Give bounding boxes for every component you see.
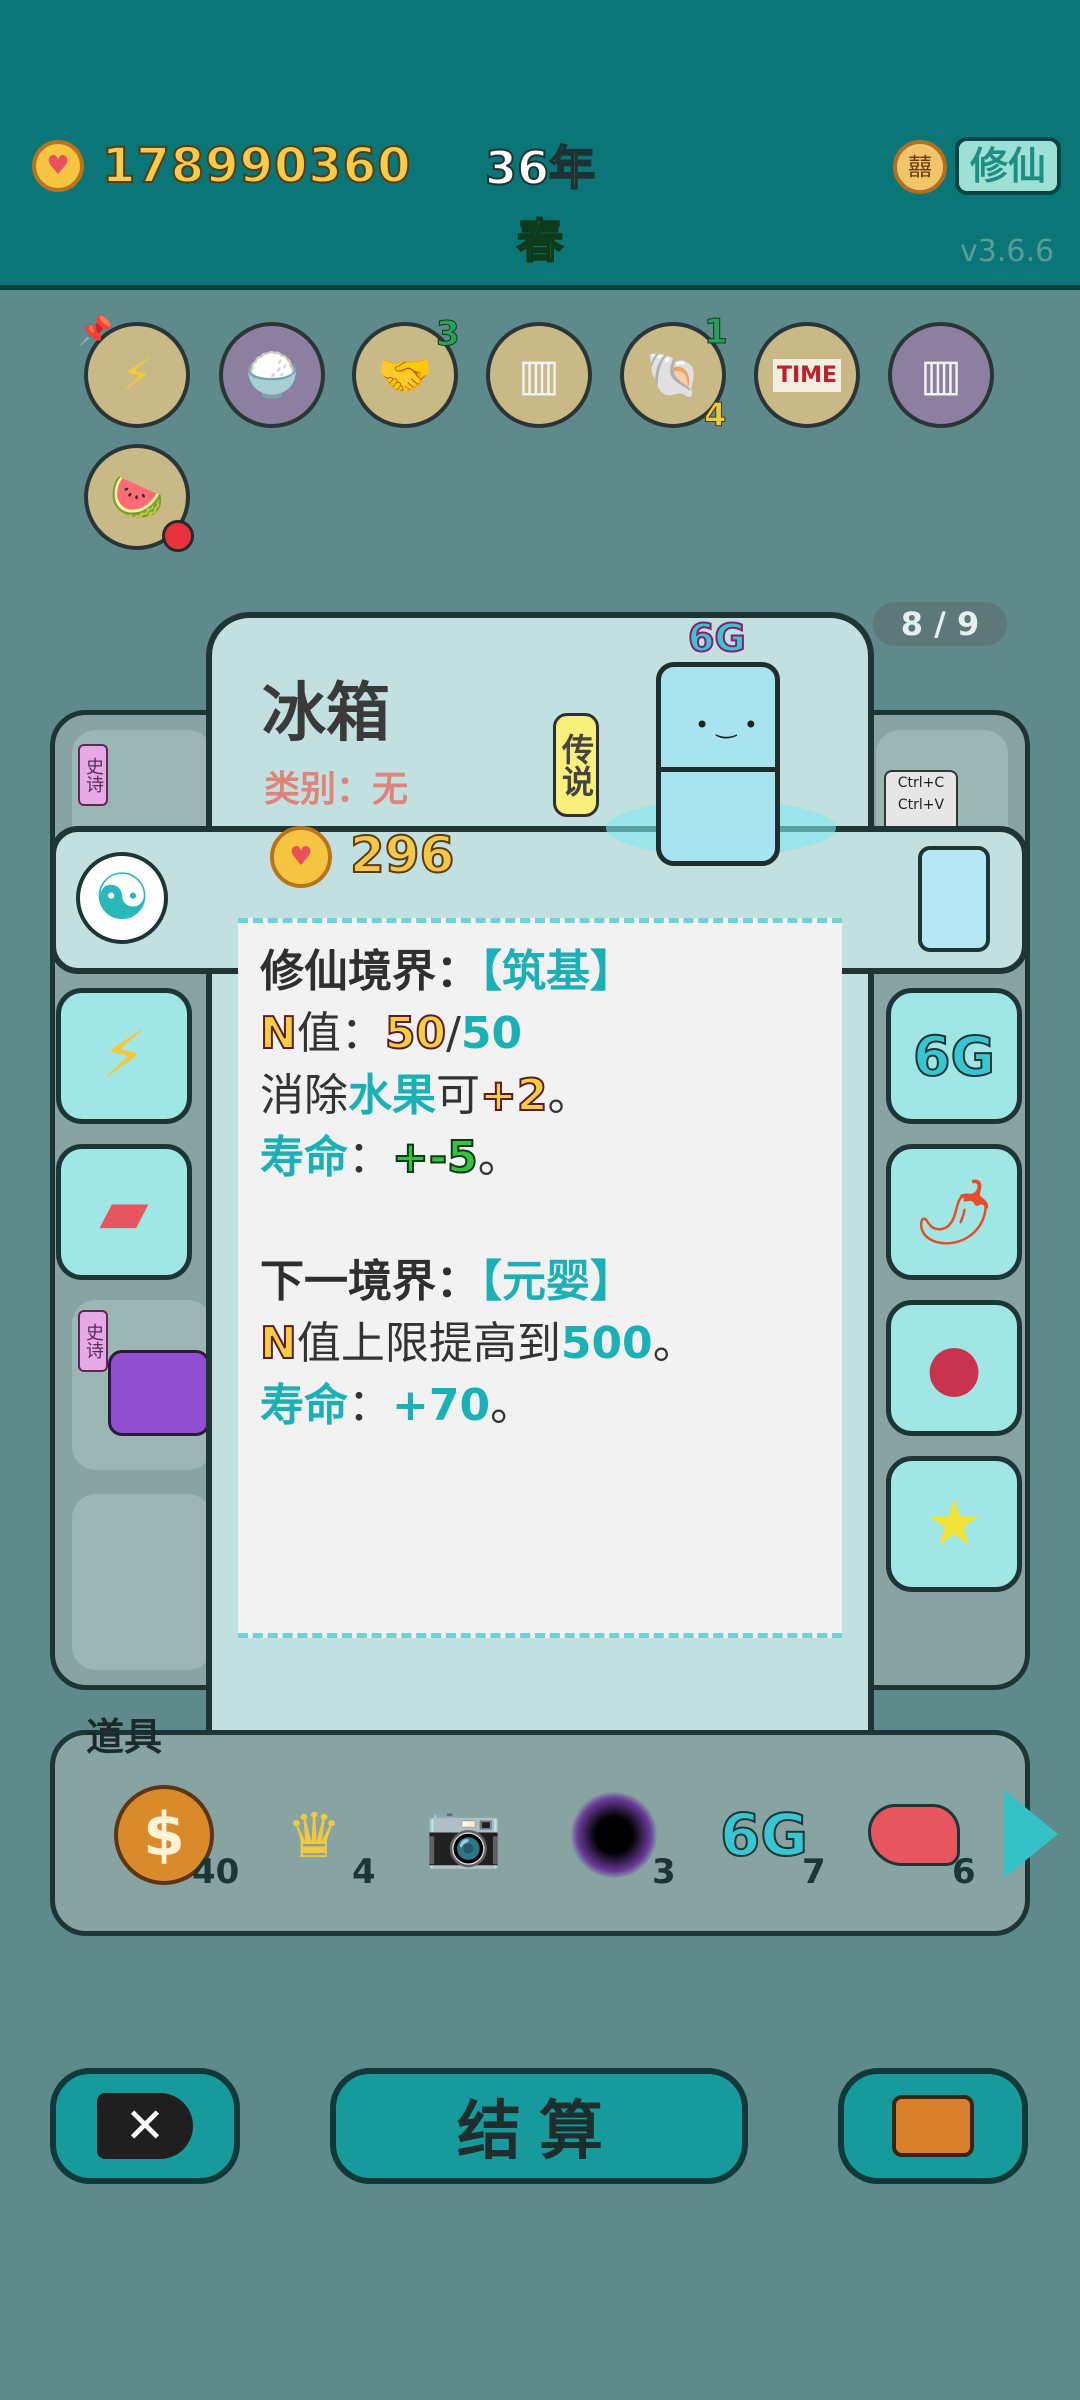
camera-icon: 📷 (425, 1798, 503, 1871)
lightning-slot-icon[interactable]: ⚡ (56, 988, 192, 1124)
version-label: v3.6.6 (960, 234, 1055, 269)
item-category: 类别：无 (264, 769, 409, 810)
page-indicator: 8 / 9 (873, 602, 1007, 646)
yin-yang-icon[interactable]: ☯ (76, 852, 168, 944)
board-slot (72, 1494, 212, 1670)
rarity-badge: 传说 (553, 713, 599, 817)
realm-line: 修仙境界：【筑基】 (260, 946, 634, 997)
item-price: 296 (349, 825, 455, 885)
chili-slot-icon[interactable]: 🌶 (886, 1144, 1022, 1280)
item-count: 3 (652, 1852, 676, 1892)
6g-slot-icon[interactable]: 6G (886, 988, 1022, 1124)
money-counter: 178990360 (101, 137, 412, 195)
liver-icon (868, 1804, 960, 1866)
heart-coin-icon: ♥ (32, 140, 84, 192)
skirt-buff-icon[interactable]: ▥ (486, 322, 592, 428)
settle-button[interactable]: 结算 (330, 2068, 748, 2184)
eliminate-line: 消除水果可+2。 (260, 1069, 592, 1122)
time-magazine-buff-icon[interactable]: TIME (754, 322, 860, 428)
season-label: 春 (516, 213, 564, 269)
item-count: 7 (802, 1852, 826, 1892)
next-life-line: 寿命：+70。 (260, 1380, 535, 1431)
camera-item[interactable]: 📷 (404, 1780, 524, 1890)
item-count: 40 (192, 1852, 240, 1892)
item-description: 修仙境界：【筑基】 N值：50/50 消除水果可+2。 寿命：+-5。 下一境界… (238, 918, 842, 1638)
briefcase-icon (892, 2095, 974, 2157)
handshake-count: 3 (436, 314, 461, 355)
6g-badge: 6G (687, 615, 747, 661)
bag-button[interactable] (838, 2068, 1028, 2184)
liver-slot-icon[interactable]: ▰ (56, 1144, 192, 1280)
skirt-buff-icon-2[interactable]: ▥ (888, 322, 994, 428)
epic-tag: 史诗 (78, 744, 108, 806)
n-value-line: N值：50/50 (259, 1007, 523, 1060)
fridge-small-icon[interactable] (918, 846, 990, 952)
black-hole-icon (571, 1792, 657, 1878)
6g-icon: 6G (719, 1800, 809, 1870)
item-count: 6 (952, 1852, 976, 1892)
quit-button[interactable]: ✕ (50, 2068, 240, 2184)
shell-count-top: 1 (704, 312, 729, 353)
epic-tag: 史诗 (78, 1310, 108, 1372)
crown-icon: ♛ (286, 1798, 342, 1872)
next-arrow-icon[interactable] (1004, 1790, 1058, 1878)
rice-bowls-buff-icon[interactable]: 🍚 (219, 322, 325, 428)
fridge-icon: • ‿ • (656, 662, 780, 866)
tianji-icon[interactable]: 囍 (893, 140, 947, 194)
shell-count-bottom: 4 (703, 396, 727, 435)
lychee-slot-icon[interactable]: ● (886, 1300, 1022, 1436)
next-n-line: N值上限提高到500。 (259, 1317, 697, 1370)
xiuxian-button[interactable]: 修仙 (955, 137, 1061, 195)
item-count: 4 (352, 1852, 376, 1892)
printer-icon (108, 1350, 210, 1436)
close-icon: ✕ (97, 2093, 193, 2159)
life-line: 寿命：+-5。 (260, 1131, 522, 1184)
remove-icon[interactable] (162, 520, 194, 552)
pin-icon: 📌 (78, 314, 113, 347)
year-label: 36年 (484, 140, 596, 196)
item-name: 冰箱 (262, 677, 390, 751)
next-realm-line: 下一境界：【元婴】 (260, 1256, 634, 1307)
star-slot-icon[interactable]: ★ (886, 1456, 1022, 1592)
items-label: 道具 (86, 1715, 163, 1759)
settle-label: 结算 (457, 2095, 621, 2169)
price-coin-icon: ♥ (270, 826, 332, 888)
